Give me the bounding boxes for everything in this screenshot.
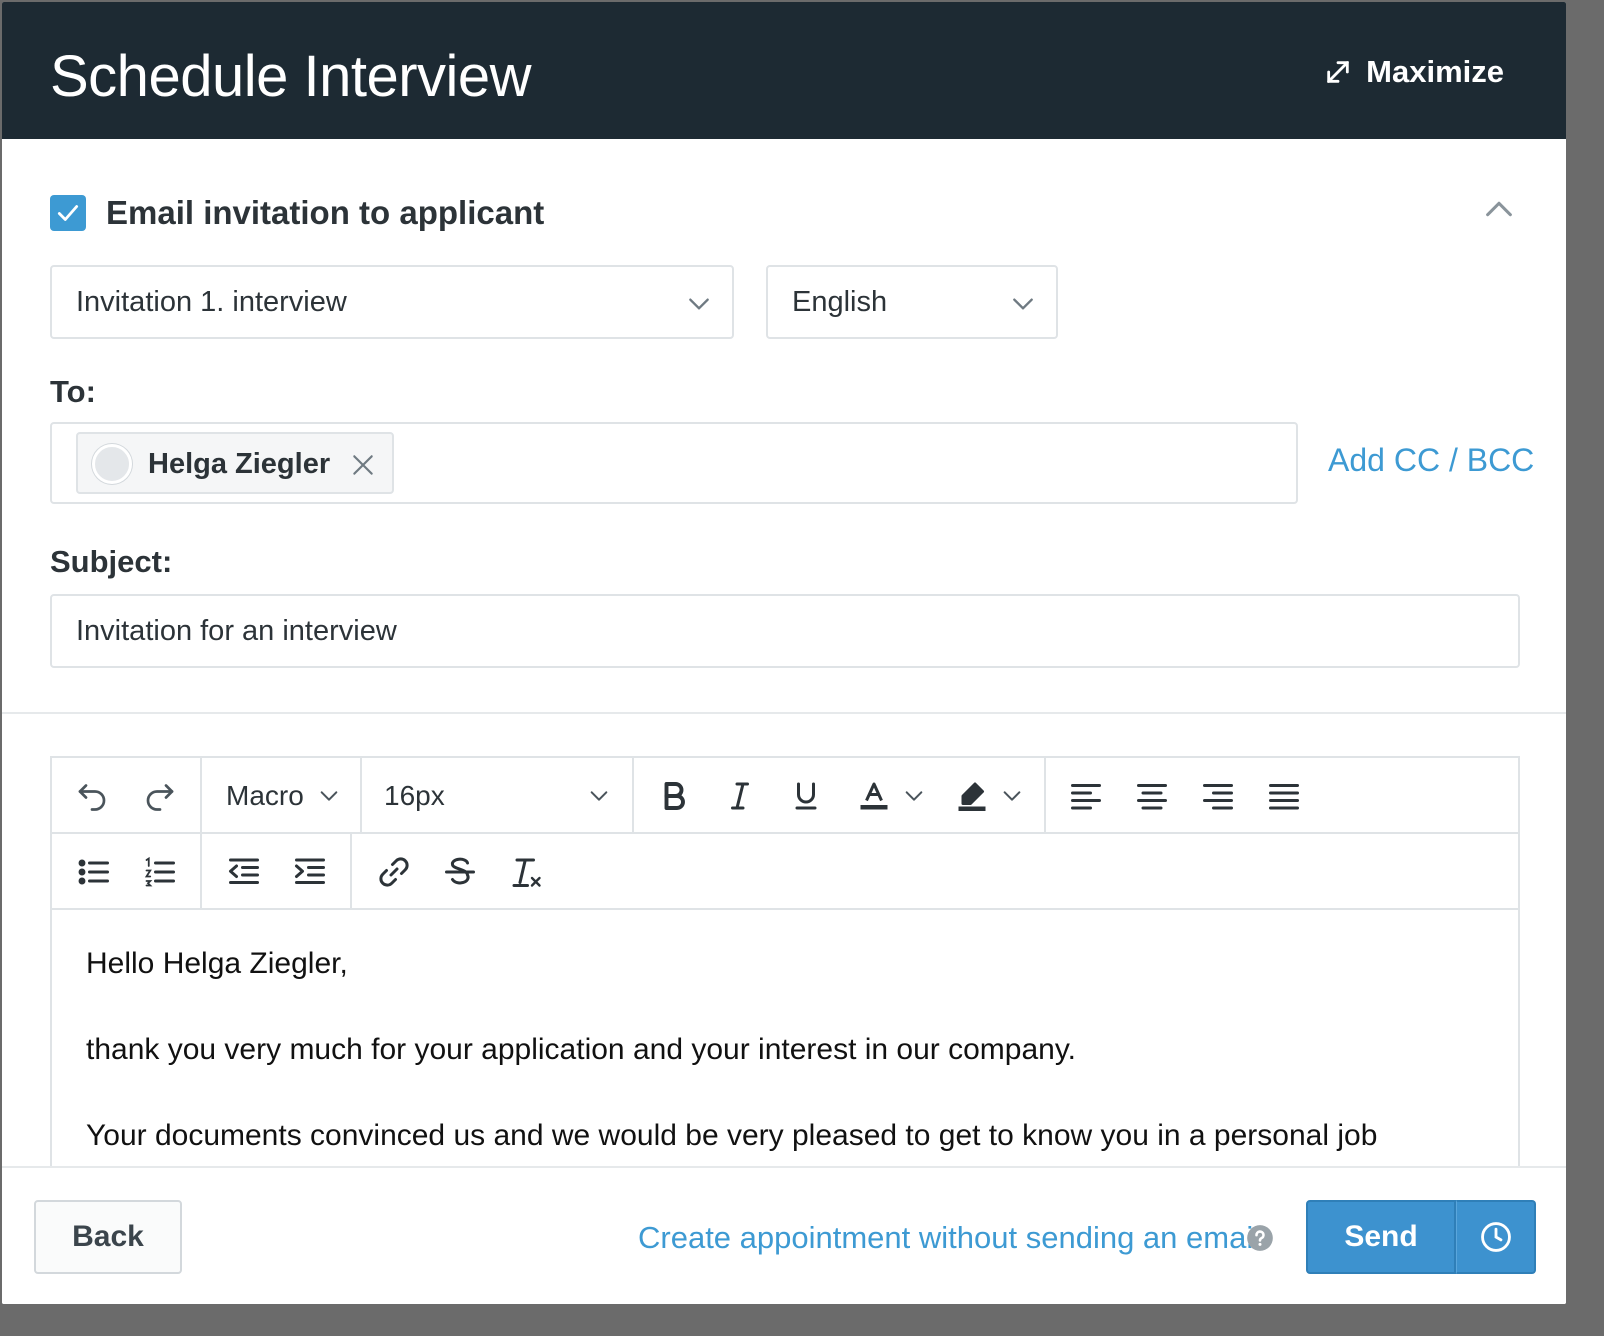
language-select-value: English [792, 285, 888, 318]
send-button[interactable]: Send [1306, 1200, 1456, 1274]
text-format-group [634, 758, 1046, 832]
schedule-send-button[interactable] [1456, 1200, 1536, 1274]
macro-group: Macro [202, 758, 362, 832]
maximize-button[interactable]: Maximize [1324, 52, 1504, 92]
subject-input[interactable]: Invitation for an interview [50, 594, 1520, 668]
strikethrough-icon [445, 857, 475, 885]
bullet-list-button[interactable] [74, 852, 114, 892]
avatar [92, 444, 132, 484]
recipient-chip: Helga Ziegler [76, 432, 394, 494]
dialog-footer: Back Create appointment without sending … [2, 1166, 1566, 1304]
schedule-interview-dialog: Schedule Interview Maximize Email invita… [2, 2, 1566, 1304]
align-right-button[interactable] [1198, 776, 1238, 816]
create-without-email-link[interactable]: Create appointment without sending an em… [638, 1220, 1260, 1256]
chevron-down-icon [1013, 298, 1033, 310]
send-button-group: Send [1306, 1200, 1536, 1274]
align-left-button[interactable] [1066, 776, 1106, 816]
body-line: thank you very much for your application… [86, 1033, 1076, 1066]
editor-toolbar-row-1: Macro 16px [52, 758, 1518, 834]
link-button[interactable] [374, 852, 414, 892]
outdent-button[interactable] [224, 852, 264, 892]
redo-button[interactable] [140, 776, 180, 816]
redo-icon [146, 784, 174, 811]
italic-button[interactable] [720, 776, 760, 816]
back-button[interactable]: Back [34, 1200, 182, 1274]
chevron-down-icon [320, 791, 338, 801]
numbered-list-button[interactable] [140, 852, 180, 892]
template-select-value: Invitation 1. interview [76, 285, 347, 318]
clear-format-icon [512, 858, 541, 887]
strikethrough-button[interactable] [440, 852, 480, 892]
numbered-list-icon [144, 856, 175, 887]
align-right-icon [1203, 784, 1233, 810]
body-line: Hello Helga Ziegler, [86, 947, 348, 980]
align-center-icon [1137, 784, 1167, 810]
underline-button[interactable] [786, 776, 826, 816]
recipient-name: Helga Ziegler [148, 448, 331, 480]
indent-group [202, 834, 352, 908]
close-icon[interactable] [350, 452, 376, 478]
list-group [52, 834, 202, 908]
bold-icon [664, 782, 685, 810]
history-group [52, 758, 202, 832]
outdent-icon [229, 858, 259, 884]
clear-format-button[interactable] [506, 852, 546, 892]
italic-icon [731, 782, 749, 810]
highlighter-icon [958, 782, 986, 811]
section-divider [2, 712, 1566, 714]
chevron-down-icon [590, 791, 608, 801]
chevron-down-icon [905, 791, 923, 801]
chevron-down-icon [1003, 791, 1021, 801]
link-icon [379, 857, 409, 887]
underline-icon [795, 782, 817, 810]
editor-content[interactable]: Hello Helga Ziegler, thank you very much… [52, 910, 1518, 1174]
template-select[interactable]: Invitation 1. interview [50, 265, 734, 339]
align-justify-icon [1269, 784, 1299, 810]
editor-toolbar-row-2 [52, 834, 1518, 910]
macro-select[interactable]: Macro [226, 776, 346, 816]
subject-label: Subject: [50, 544, 173, 579]
body-line: Your documents convinced us and we would… [86, 1119, 1378, 1152]
email-invitation-checkbox[interactable] [50, 195, 86, 231]
chevron-up-icon[interactable] [1482, 192, 1516, 226]
align-left-icon [1071, 784, 1101, 810]
email-invitation-row: Email invitation to applicant [50, 194, 544, 232]
email-editor: Macro 16px Hello Helga Ziegler, thank yo… [50, 756, 1520, 1176]
font-size-value: 16px [384, 780, 445, 811]
indent-button[interactable] [290, 852, 330, 892]
add-cc-bcc-link[interactable]: Add CC / BCC [1328, 442, 1534, 479]
to-label: To: [50, 374, 96, 409]
font-size-group: 16px [362, 758, 634, 832]
highlight-dropdown[interactable] [1000, 776, 1024, 816]
to-field[interactable]: Helga Ziegler [50, 422, 1298, 504]
undo-button[interactable] [72, 776, 112, 816]
misc-format-group [352, 834, 1518, 908]
bullet-list-icon [78, 859, 109, 885]
maximize-icon [1327, 61, 1349, 83]
indent-icon [295, 858, 325, 884]
font-size-select[interactable]: 16px [384, 776, 614, 816]
dialog-header: Schedule Interview Maximize [2, 2, 1566, 139]
text-color-dropdown[interactable] [902, 776, 926, 816]
align-justify-button[interactable] [1264, 776, 1304, 816]
email-invitation-label: Email invitation to applicant [106, 194, 545, 231]
align-center-button[interactable] [1132, 776, 1172, 816]
bold-button[interactable] [654, 776, 694, 816]
undo-icon [78, 784, 106, 811]
dialog-title: Schedule Interview [50, 44, 532, 109]
language-select[interactable]: English [766, 265, 1058, 339]
macro-label: Macro [226, 780, 304, 811]
chevron-down-icon [689, 298, 709, 310]
text-color-icon [860, 782, 888, 810]
maximize-label: Maximize [1366, 54, 1504, 89]
alignment-group [1046, 758, 1518, 832]
highlight-button[interactable] [952, 776, 992, 816]
help-icon[interactable] [1246, 1224, 1274, 1252]
clock-icon [1480, 1222, 1511, 1252]
text-color-button[interactable] [854, 776, 894, 816]
checkmark-icon [57, 205, 79, 221]
